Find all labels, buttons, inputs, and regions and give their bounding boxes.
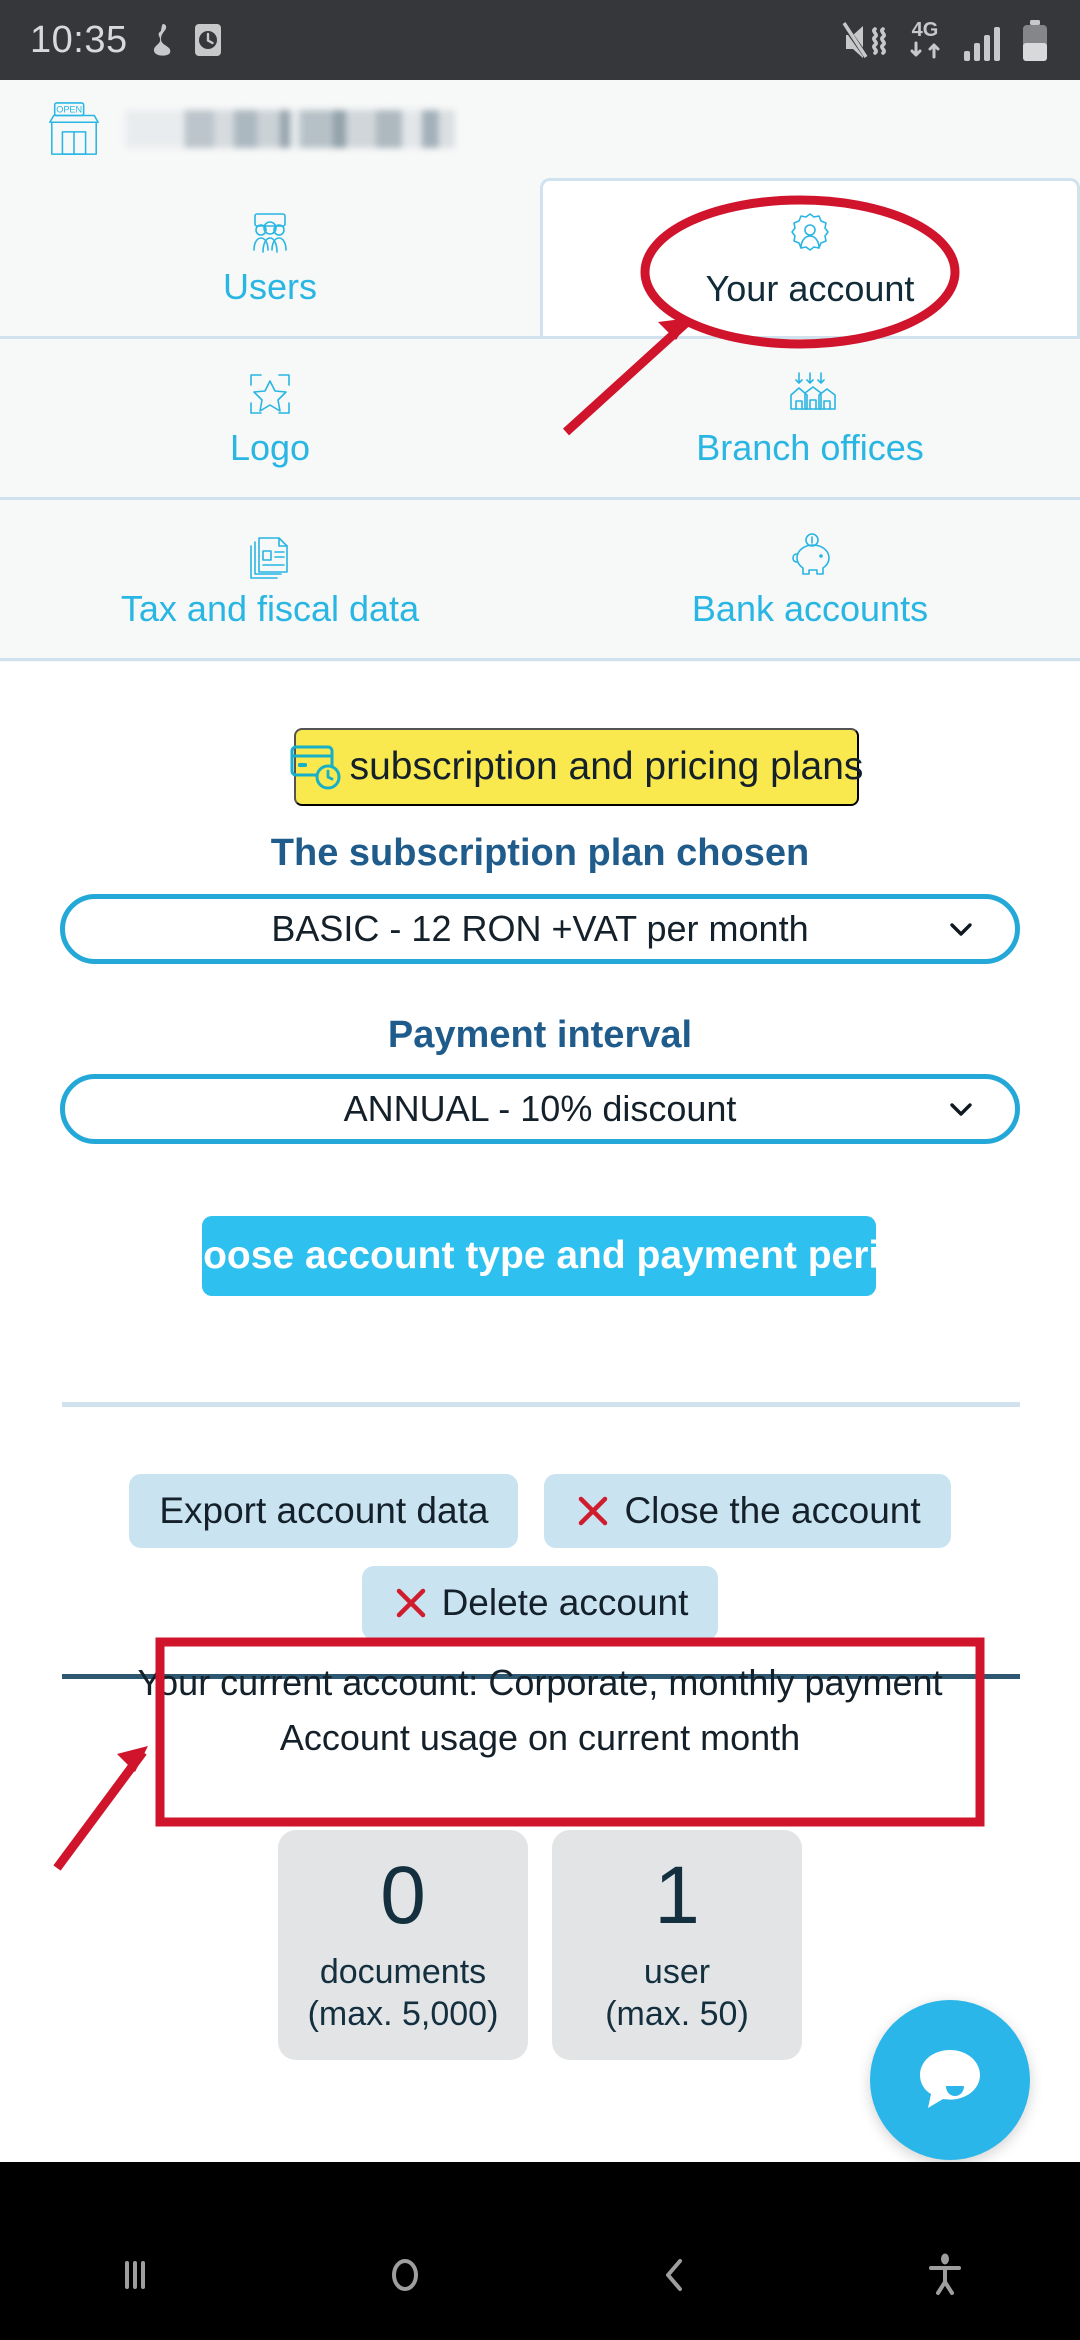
tab-logo-label: Logo	[229, 427, 311, 468]
accessibility-icon	[929, 2253, 961, 2295]
payment-interval-title: Payment interval	[387, 1014, 693, 1056]
account-actions-row-1: Export account data Close the account	[0, 1474, 1080, 1548]
chat-fab-button[interactable]	[870, 2000, 1030, 2160]
svg-text:4G: 4G	[912, 19, 939, 41]
subscription-banner-label: subscription and pricing plans	[349, 745, 864, 788]
mute-vibrate-icon	[842, 22, 886, 61]
tab-your-account-label: Your account	[705, 267, 915, 309]
subscription-plan-value: BASIC - 12 RON +VAT per month	[271, 908, 809, 949]
usage-card-users: 1 user (max. 50)	[552, 1830, 802, 2060]
phone-screen: 10:35 4G OPEN Users Your account Logo Br…	[0, 0, 1080, 2340]
chat-bubble-icon	[920, 2050, 980, 2108]
usage-card-documents: 0 documents (max. 5,000)	[278, 1830, 528, 2060]
tab-row-2: Logo Branch offices	[0, 339, 1080, 500]
status-bar-clock: 10:35	[30, 18, 128, 61]
main-content: subscription and pricing plans The subsc…	[0, 662, 1080, 2162]
account-actions-row-2: Delete account	[0, 1566, 1080, 1640]
do-not-disturb-icon	[153, 24, 170, 56]
export-account-data-label: Export account data	[159, 1490, 489, 1531]
current-account-line: Your current account: Corporate, monthly…	[137, 1662, 943, 1703]
logo-resize-icon	[250, 374, 290, 414]
tab-branch-offices-label: Branch offices	[696, 427, 924, 468]
tab-bank-accounts[interactable]: Bank accounts	[540, 500, 1080, 658]
tab-users[interactable]: Users	[0, 178, 540, 336]
status-bar: 10:35 4G	[0, 0, 1080, 80]
clock-icon	[194, 24, 221, 56]
shop-open-label: OPEN	[56, 105, 82, 115]
export-account-data-button[interactable]: Export account data	[129, 1474, 519, 1548]
tab-your-account[interactable]: Your account	[540, 178, 1080, 336]
choose-account-type-label: Choose account type and payment period	[151, 1234, 927, 1277]
users-count: 1	[654, 1849, 700, 1941]
tab-row-1: Users Your account	[0, 178, 1080, 339]
payment-interval-value: ANNUAL - 10% discount	[343, 1088, 737, 1129]
payment-interval-select[interactable]: ANNUAL - 10% discount	[60, 1074, 1020, 1144]
gear-person-icon	[791, 212, 829, 251]
account-usage-heading: Account usage on current month	[279, 1717, 801, 1758]
users-unit: user	[643, 1952, 711, 1991]
tax-document-icon	[250, 537, 288, 579]
chevron-down-icon	[950, 923, 972, 936]
users-group-icon	[253, 213, 287, 253]
chevron-down-icon	[950, 1103, 972, 1116]
tab-row-3: Tax and fiscal data Bank accounts	[0, 500, 1080, 661]
nav-recents-button[interactable]	[0, 2248, 270, 2302]
subscription-and-pricing-plans-button[interactable]: subscription and pricing plans	[290, 728, 863, 806]
choose-account-type-button[interactable]: Choose account type and payment period	[151, 1216, 927, 1296]
subscription-plan-select[interactable]: BASIC - 12 RON +VAT per month	[60, 894, 1020, 964]
system-nav-bar	[0, 2210, 1080, 2340]
battery-icon	[1023, 20, 1047, 61]
delete-account-button[interactable]: Delete account	[361, 1566, 719, 1640]
status-bar-left-icons	[148, 22, 222, 58]
documents-max: (max. 5,000)	[307, 1995, 499, 2033]
tab-bank-accounts-label: Bank accounts	[691, 588, 929, 629]
tab-branch-offices[interactable]: Branch offices	[540, 339, 1080, 497]
account-tab-grid: Users Your account Logo Branch offices T…	[0, 178, 1080, 662]
x-mark-icon	[579, 1496, 608, 1526]
documents-unit: documents	[319, 1952, 487, 1991]
tab-logo[interactable]: Logo	[0, 339, 540, 497]
status-bar-right-icons: 4G	[842, 17, 1050, 63]
users-max: (max. 50)	[605, 1995, 749, 2033]
branch-offices-icon	[790, 372, 836, 410]
delete-account-label: Delete account	[441, 1582, 689, 1623]
nav-accessibility-button[interactable]	[810, 2248, 1080, 2302]
app-header: OPEN	[0, 80, 1080, 178]
signal-bars-icon	[964, 27, 1000, 61]
back-chevron-icon	[666, 2259, 682, 2291]
x-mark-icon	[396, 1588, 425, 1618]
tab-tax-and-fiscal-data[interactable]: Tax and fiscal data	[0, 500, 540, 658]
network-4g-icon: 4G	[910, 19, 940, 59]
recents-icon	[125, 2261, 145, 2289]
plan-section-title: The subscription plan chosen	[270, 832, 810, 874]
close-the-account-button[interactable]: Close the account	[544, 1474, 951, 1548]
credit-card-clock-icon	[290, 745, 341, 790]
nav-bar-gap	[0, 2162, 1080, 2210]
piggy-bank-icon	[792, 533, 830, 575]
section-divider	[62, 1402, 1020, 1407]
shop-open-icon: OPEN	[49, 102, 99, 155]
home-circle-icon	[392, 2259, 418, 2291]
company-name-redacted	[125, 110, 455, 148]
nav-home-button[interactable]	[270, 2248, 540, 2302]
nav-back-button[interactable]	[540, 2248, 810, 2302]
close-the-account-label: Close the account	[624, 1490, 921, 1531]
tab-users-label: Users	[222, 266, 317, 307]
tab-tax-and-fiscal-data-label: Tax and fiscal data	[120, 588, 420, 629]
documents-count: 0	[380, 1849, 426, 1941]
